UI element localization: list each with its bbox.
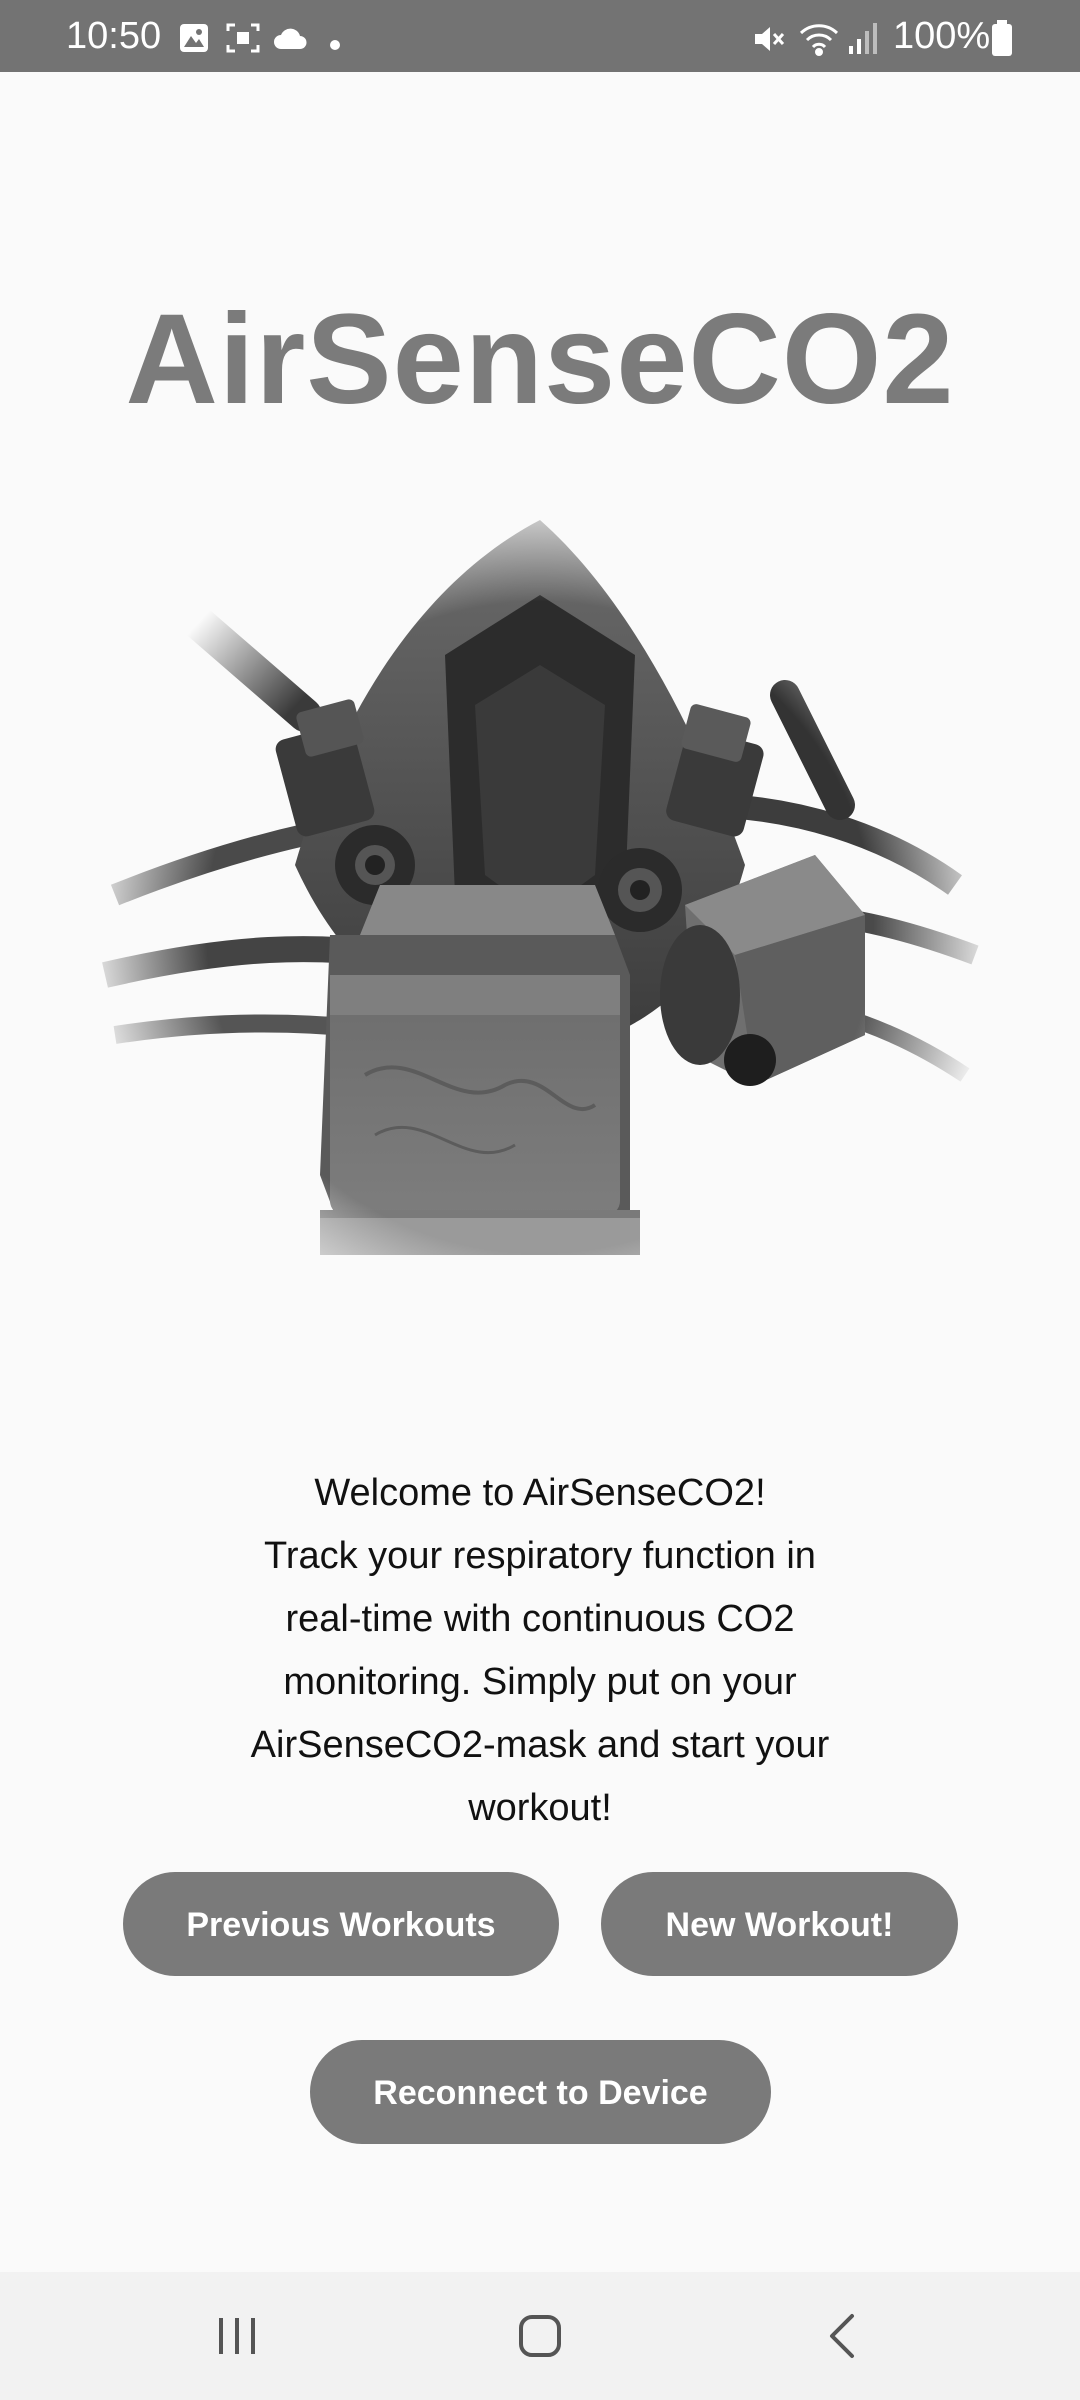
welcome-line: monitoring. Simply put on your [283,1661,797,1703]
battery-icon [991,20,1013,61]
welcome-line: Welcome to AirSenseCO2! [314,1472,766,1514]
welcome-line: Track your respiratory function in [264,1535,816,1577]
new-workout-button[interactable]: New Workout! [601,1872,958,1976]
recent-apps-icon[interactable] [205,2304,269,2368]
status-time: 10:50 [66,15,162,57]
back-icon[interactable] [810,2304,874,2368]
mask-image [95,475,985,1345]
previous-workouts-button[interactable]: Previous Workouts [123,1872,559,1976]
gallery-icon [178,22,210,59]
welcome-line: real-time with continuous CO2 [285,1598,795,1640]
welcome-line: AirSenseCO2-mask and start your [250,1724,830,1766]
wifi-icon [798,22,840,61]
cloud-icon [272,22,308,59]
mute-icon [752,22,786,61]
battery-percent: 100% [893,15,991,57]
app-title: AirSenseCO2 [125,288,955,431]
home-icon[interactable] [508,2304,572,2368]
reconnect-device-button[interactable]: Reconnect to Device [310,2040,771,2144]
welcome-line: workout! [468,1787,612,1829]
screen: 10:50 100% AirSenseCO2 Welcome to AirSen… [0,0,1080,2400]
dot-icon [330,37,340,55]
welcome-message: Welcome to AirSenseCO2! Track your respi… [170,1462,910,1840]
status-bar: 10:50 100% [0,0,1080,72]
screenshot-icon [226,22,260,59]
signal-icon [848,22,878,59]
navigation-bar [0,2272,1080,2400]
